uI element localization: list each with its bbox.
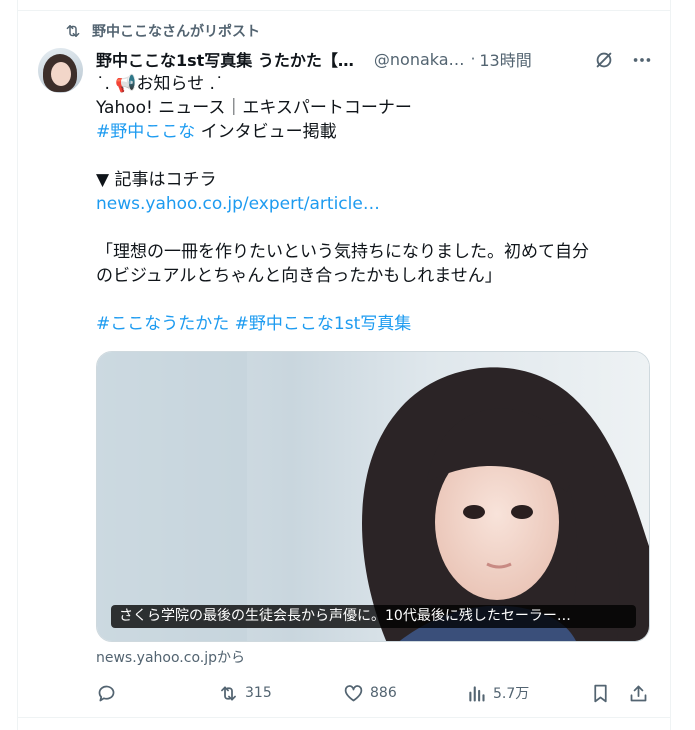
tweet-text: ˙. 📢お知らせ .˙ Yahoo! ニュース｜エキスパートコーナー #野中ここ… [96, 72, 656, 336]
repost-button[interactable]: 315 [218, 680, 272, 706]
more-icon[interactable] [631, 49, 653, 71]
bookmark-button[interactable] [590, 680, 611, 706]
reply-button[interactable] [96, 680, 117, 706]
repost-icon [221, 686, 236, 700]
reply-icon [98, 685, 115, 701]
action-bar: 315 886 5.7万 [96, 680, 656, 706]
hashtag-link[interactable]: #野中ここな1st写真集 [235, 314, 412, 334]
hashtag-link[interactable]: #野中ここな [96, 122, 195, 142]
divider [17, 717, 671, 718]
views-button[interactable]: 5.7万 [466, 680, 529, 706]
repost-label: 野中ここなさんがリポスト [92, 24, 260, 40]
author-name[interactable]: 野中ここな1st写真集 うたかた【… [96, 47, 354, 71]
author-handle[interactable]: @nonaka… [374, 50, 465, 69]
repost-indicator[interactable]: 野中ここなさんがリポスト [64, 20, 260, 42]
interview-text: インタビュー掲載 [195, 122, 337, 142]
share-button[interactable] [628, 680, 649, 706]
views-icon [469, 685, 485, 702]
tweet-header: 野中ここな1st写真集 うたかた【… @nonaka… · 13時間 [96, 46, 666, 72]
announcement-line: ˙. 📢お知らせ .˙ [96, 74, 224, 94]
card-caption: さくら学院の最後の生徒会長から声優に。10代最後に残したセーラー… [111, 605, 636, 628]
views-count: 5.7万 [493, 686, 530, 702]
bookmark-icon [594, 684, 607, 702]
divider [17, 10, 671, 11]
like-button[interactable]: 886 [343, 680, 397, 706]
grok-icon[interactable] [593, 49, 615, 71]
link-card[interactable]: さくら学院の最後の生徒会長から声優に。10代最後に残したセーラー… [96, 351, 650, 642]
repost-icon [66, 25, 80, 37]
share-icon [630, 685, 647, 701]
hashtag-link[interactable]: #ここなうたかた [96, 314, 229, 334]
avatar[interactable] [38, 48, 83, 93]
tweet-time[interactable]: 13時間 [479, 47, 531, 71]
article-line: ▼ 記事はコチラ [96, 170, 217, 190]
card-source[interactable]: news.yahoo.co.jpから [96, 647, 245, 667]
like-count: 886 [370, 685, 397, 701]
repost-count: 315 [245, 685, 272, 701]
article-photo [97, 352, 649, 641]
heart-icon [344, 684, 363, 701]
separator-dot: · [470, 50, 476, 68]
quote-line-2: のビジュアルとちゃんと向き合ったかもしれません」 [96, 266, 502, 286]
article-link[interactable]: news.yahoo.co.jp/expert/article… [96, 194, 380, 214]
source-line: Yahoo! ニュース｜エキスパートコーナー [96, 98, 412, 118]
quote-line-1: 「理想の一冊を作りたいという気持ちになりました。初めて自分 [96, 242, 589, 262]
